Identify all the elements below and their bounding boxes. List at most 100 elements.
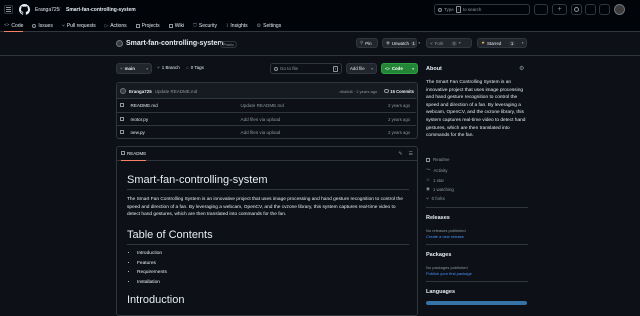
- packages-heading[interactable]: Packages: [426, 252, 451, 258]
- inbox-icon[interactable]: [599, 4, 610, 15]
- breadcrumb-owner[interactable]: Eranga725: [35, 7, 59, 13]
- tab-pull-requests[interactable]: ⑂ Pull requests: [62, 20, 96, 32]
- copilot-icon[interactable]: [534, 4, 548, 15]
- commit-header: Eranga725 Update README.md d6d6d6 · 2 ye…: [117, 83, 417, 99]
- fork-label: Fork: [434, 40, 444, 46]
- file-icon: [120, 129, 124, 135]
- tab-actions[interactable]: ▷ Actions: [105, 20, 127, 32]
- list-item[interactable]: Introduction: [137, 249, 167, 259]
- list-item[interactable]: Requirements: [137, 268, 167, 278]
- packages-empty-text: No packages published: [426, 265, 468, 270]
- search-placeholder-suffix: to search: [462, 7, 482, 12]
- avatar[interactable]: [614, 4, 625, 15]
- commit-hash[interactable]: d6d6d6 · 2 years ago: [339, 89, 377, 94]
- fork-icon: ⑂: [430, 40, 433, 46]
- fork-button[interactable]: ⑂ Fork 0 ▾: [426, 38, 472, 48]
- add-file-button[interactable]: Add file ▾: [346, 63, 377, 74]
- publish-package-link[interactable]: Publish your first package: [426, 271, 472, 276]
- file-name[interactable]: README.md: [131, 103, 241, 108]
- unwatch-label: Unwatch: [391, 40, 409, 46]
- table-row[interactable]: new.py Add files via upload 2 years ago: [116, 125, 416, 138]
- list-item[interactable]: Features: [137, 259, 167, 269]
- branch-label: main: [124, 66, 135, 71]
- unwatch-button[interactable]: ◉ Unwatch 1 ▾: [382, 38, 420, 48]
- tab-code[interactable]: <> Code: [4, 20, 24, 32]
- search-icon: [438, 7, 442, 12]
- readme-title: Smart-fan-controlling-system: [127, 174, 268, 186]
- outline-icon[interactable]: ☰: [409, 151, 413, 157]
- eye-icon: ◉: [426, 186, 430, 191]
- repo-avatar: [116, 40, 123, 47]
- pull-requests-icon[interactable]: [585, 4, 596, 15]
- table-row[interactable]: motor.py Add files via upload 2 years ag…: [116, 112, 416, 125]
- book-icon: [121, 151, 125, 155]
- toc-heading: Table of Contents: [127, 229, 213, 241]
- tab-wiki[interactable]: Wiki: [168, 20, 185, 32]
- breadcrumb-repo[interactable]: Smart-fan-controlling-system: [66, 7, 136, 13]
- table-row[interactable]: README.md Update README.md 2 years ago: [116, 98, 416, 111]
- create-release-link[interactable]: Create a new release: [426, 234, 464, 239]
- code-button[interactable]: <> Code ▾: [381, 63, 418, 74]
- commit-message[interactable]: Update README.md: [155, 89, 198, 94]
- starred-button[interactable]: ★ Starred 1 ▾: [477, 38, 527, 48]
- tab-label: Issues: [38, 23, 53, 29]
- file-icon: [120, 102, 124, 108]
- eye-icon: ◉: [386, 40, 390, 45]
- file-commit-message[interactable]: Add files via upload: [241, 117, 379, 122]
- toc-list: Introduction Features Requirements Insta…: [137, 249, 167, 287]
- tab-security[interactable]: ⛉ Security: [193, 20, 217, 32]
- sidebar-item-forks[interactable]: ⑂ 0 forks: [426, 196, 445, 201]
- tab-insights[interactable]: ⌇ Insights: [226, 20, 248, 32]
- history-icon: [384, 88, 389, 94]
- sidebar-item-activity[interactable]: 〜 Activity: [426, 167, 447, 173]
- file-commit-message[interactable]: Update README.md: [241, 103, 379, 108]
- goto-file-input[interactable]: Go to file t: [270, 63, 342, 74]
- search-key-hint: /: [455, 6, 461, 13]
- sidebar-item-readme[interactable]: Readme: [426, 157, 450, 162]
- pencil-icon[interactable]: ✎: [398, 151, 402, 157]
- tags-link[interactable]: ⌂ 0 Tags: [186, 65, 204, 70]
- unwatch-count: 1: [410, 40, 417, 46]
- file-name[interactable]: new.py: [131, 130, 241, 135]
- language-bar[interactable]: [426, 301, 527, 305]
- graph-icon: ⌇: [225, 23, 229, 29]
- list-item[interactable]: Installation: [137, 278, 167, 288]
- chevron-down-icon: ▾: [412, 66, 414, 71]
- pin-button[interactable]: ⚲ Pin: [356, 38, 378, 48]
- tab-projects[interactable]: Projects: [135, 20, 160, 32]
- file-commit-message[interactable]: Add files via upload: [241, 130, 379, 135]
- search-input[interactable]: Type / to search: [434, 4, 530, 15]
- commits-link[interactable]: 15 Commits: [384, 89, 414, 94]
- file-name[interactable]: motor.py: [131, 117, 241, 122]
- plus-icon[interactable]: +: [552, 4, 567, 15]
- file-age: 2 years ago: [388, 116, 410, 122]
- branch-select[interactable]: ⑂ main ▾: [116, 63, 152, 74]
- avatar[interactable]: [120, 88, 126, 94]
- breadcrumb-separator: /: [59, 7, 61, 13]
- sidebar-item-stars[interactable]: ☆ 1 star: [426, 177, 444, 183]
- github-logo-icon[interactable]: [19, 4, 30, 15]
- releases-heading[interactable]: Releases: [426, 215, 450, 221]
- tab-label: Wiki: [174, 23, 185, 29]
- issues-icon[interactable]: [571, 4, 582, 15]
- pulse-icon: 〜: [426, 167, 431, 172]
- commit-author[interactable]: Eranga725: [129, 89, 152, 94]
- tab-issues[interactable]: Issues: [32, 20, 53, 32]
- shield-icon: ⛉: [193, 23, 197, 29]
- issues-tab-icon: [32, 24, 37, 28]
- fork-icon: ⑂: [426, 196, 429, 201]
- star-icon: ☆: [426, 177, 430, 182]
- readme-header: README ✎ ☰: [117, 147, 417, 161]
- code-icon: <>: [385, 66, 390, 71]
- play-icon: ▷: [104, 23, 109, 28]
- repo-title[interactable]: Smart-fan-controlling-system: [126, 40, 224, 47]
- sidebar-divider: [426, 244, 528, 245]
- code-label: Code: [391, 66, 403, 71]
- gear-icon[interactable]: ⚙: [519, 65, 524, 72]
- sidebar-item-watching[interactable]: ◉ 1 watching: [426, 186, 454, 192]
- star-count: 1: [509, 40, 515, 46]
- branches-link[interactable]: ⑂ 1 Branch: [157, 65, 180, 70]
- readme-tab[interactable]: README: [121, 147, 147, 161]
- menu-icon[interactable]: [4, 5, 13, 14]
- tab-settings[interactable]: ⚙ Settings: [257, 20, 282, 32]
